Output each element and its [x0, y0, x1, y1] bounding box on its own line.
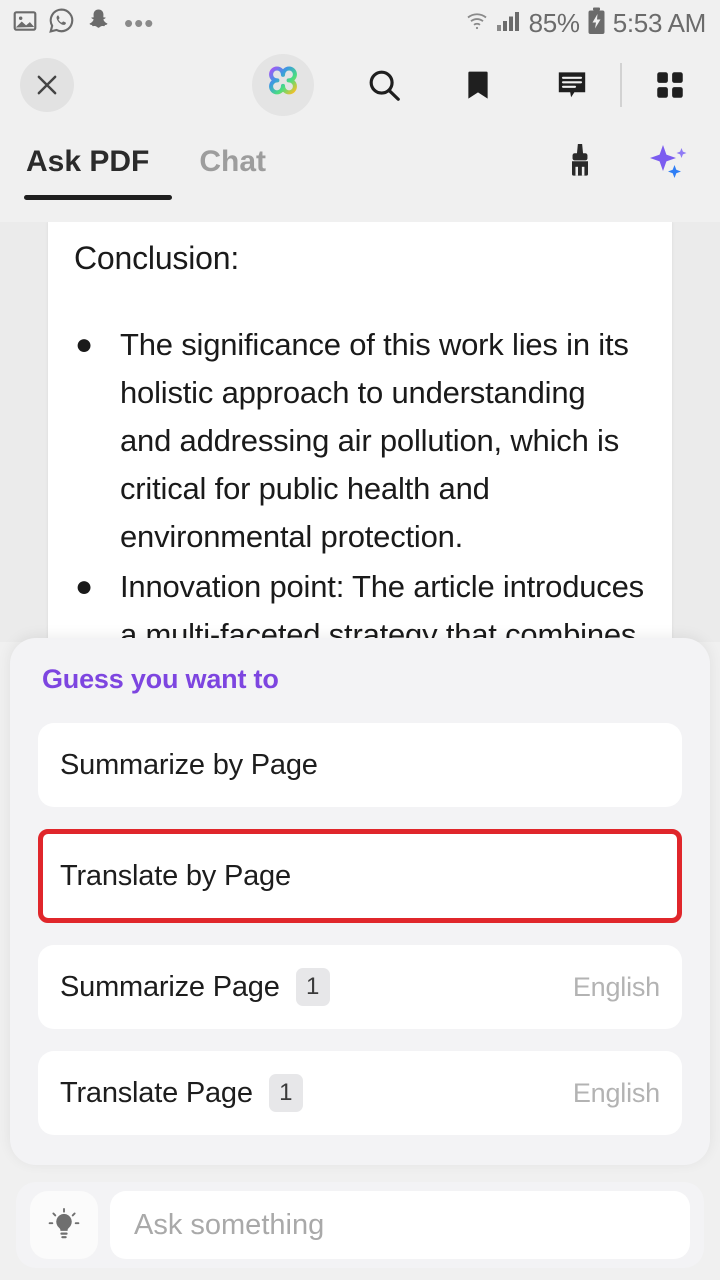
ai-clover-icon [269, 66, 297, 95]
page-number-badge[interactable]: 1 [268, 1074, 303, 1112]
close-button[interactable] [20, 58, 74, 112]
comment-icon [558, 72, 586, 98]
suggestion-translate-by-page[interactable]: Translate by Page [38, 829, 682, 923]
suggestions-panel: Guess you want to Summarize by Page Tran… [10, 638, 710, 1165]
status-bar-right: 85% 5:53 AM [465, 7, 706, 40]
ai-sparkles-button[interactable] [642, 134, 698, 190]
suggestion-summarize-page[interactable]: Summarize Page 1 English [38, 945, 682, 1029]
clock-time: 5:53 AM [612, 7, 707, 38]
brush-button[interactable] [552, 134, 608, 190]
document-heading: Conclusion: [74, 240, 240, 276]
suggestion-label: Summarize Page [60, 970, 280, 1003]
page-number-badge[interactable]: 1 [295, 968, 330, 1006]
tab-ask-pdf[interactable]: Ask PDF [24, 124, 151, 200]
ask-bar [16, 1182, 704, 1268]
gallery-icon [12, 8, 38, 39]
sparkles-icon [650, 145, 687, 178]
list-item: ● The significance of this work lies in … [74, 321, 644, 561]
lightbulb-icon [48, 1208, 80, 1239]
document-bullet-list: ● The significance of this work lies in … [74, 321, 644, 642]
language-selector[interactable]: English [573, 972, 660, 1003]
brush-icon [572, 144, 588, 176]
language-selector[interactable]: English [573, 1078, 660, 1109]
suggestion-label: Translate Page [60, 1076, 253, 1109]
pdf-page: Conclusion: ● The significance of this w… [48, 222, 672, 642]
status-overflow-dots: ••• [124, 8, 155, 38]
suggestion-translate-page[interactable]: Translate Page 1 English [38, 1051, 682, 1135]
grid-view-button[interactable] [642, 57, 698, 113]
snapchat-icon [85, 7, 112, 39]
suggestion-summarize-by-page[interactable]: Summarize by Page [38, 723, 682, 807]
tab-bar: Ask PDF Chat [0, 124, 720, 200]
search-button[interactable] [356, 57, 412, 113]
bullet-glyph: ● [74, 570, 94, 603]
ask-input[interactable] [110, 1191, 690, 1259]
status-bar-left: ••• [12, 7, 154, 39]
suggestions-title: Guess you want to [42, 664, 279, 694]
list-item-text: Innovation point: The article introduces… [120, 569, 644, 642]
bullet-glyph: ● [74, 328, 94, 361]
suggestions-toggle-button[interactable] [30, 1191, 98, 1259]
battery-charging-icon [587, 7, 606, 40]
whatsapp-icon [48, 7, 75, 39]
wifi-icon [465, 9, 489, 38]
grid-icon [657, 72, 683, 98]
app-toolbar [0, 46, 720, 124]
list-item-text: The significance of this work lies in it… [120, 327, 629, 554]
comment-button[interactable] [544, 57, 600, 113]
active-tab-underline [24, 195, 172, 200]
battery-percent: 85% [528, 7, 580, 38]
status-bar: ••• 85% 5:53 AM [0, 0, 720, 46]
suggestion-label: Summarize by Page [60, 748, 318, 781]
suggestion-label: Translate by Page [60, 859, 291, 892]
bookmark-button[interactable] [450, 57, 506, 113]
list-item: ● Innovation point: The article introduc… [74, 563, 644, 642]
close-icon [37, 75, 57, 95]
bookmark-icon [468, 71, 488, 99]
toolbar-divider [620, 63, 622, 107]
pdf-viewer[interactable]: Conclusion: ● The significance of this w… [0, 222, 720, 642]
ai-assistant-button[interactable] [252, 54, 314, 116]
search-icon [369, 70, 400, 101]
signal-icon [496, 9, 522, 38]
tab-chat[interactable]: Chat [197, 124, 268, 200]
